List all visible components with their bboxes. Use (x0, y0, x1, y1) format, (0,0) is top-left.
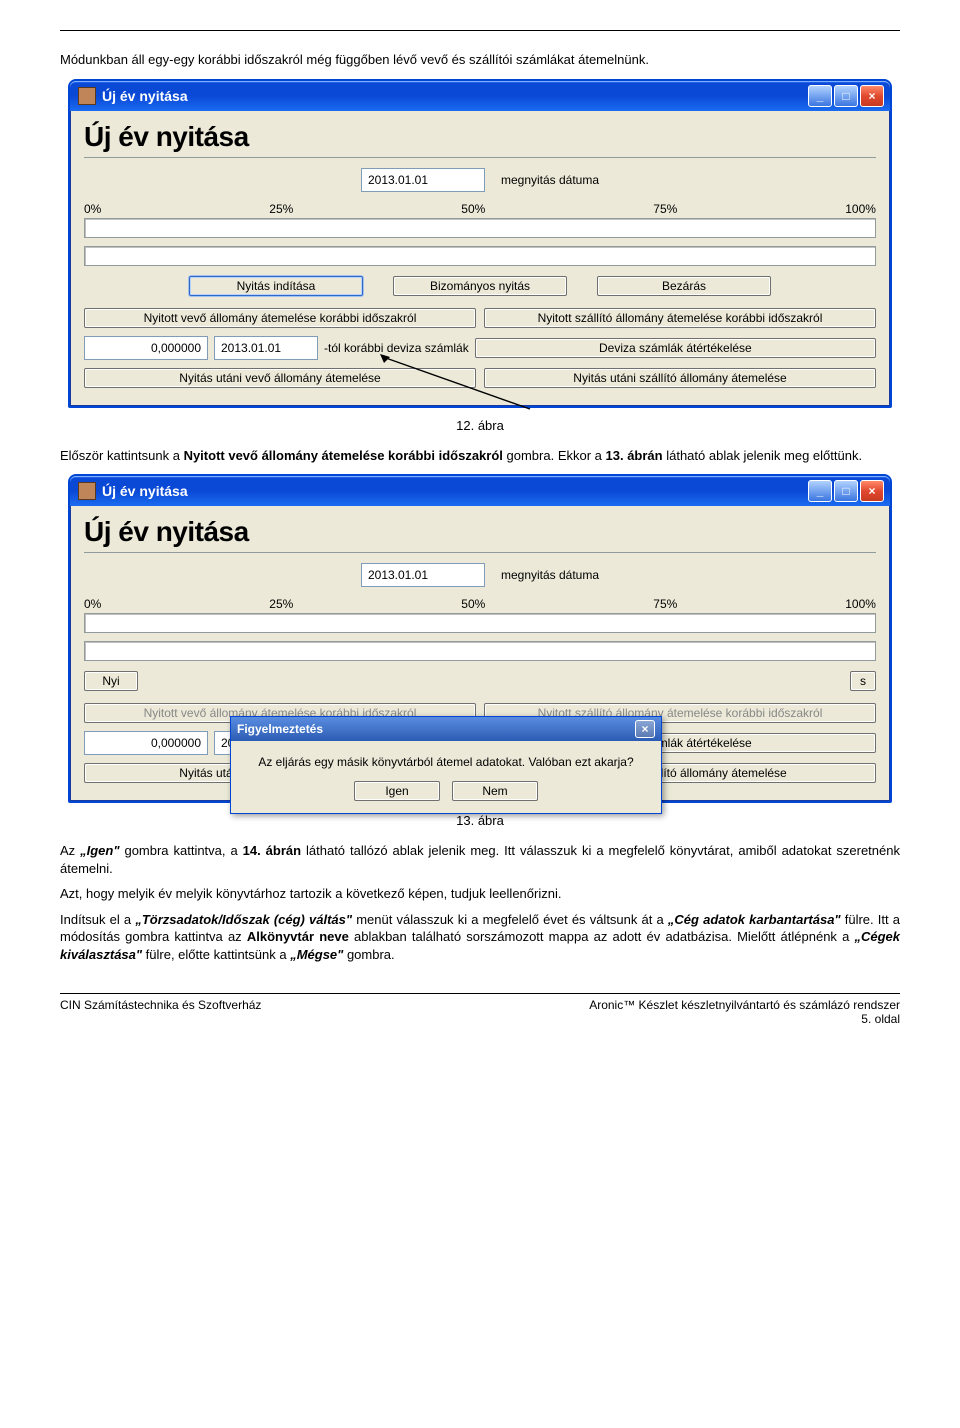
window-1: Új év nyitása _ □ × Új év nyitása 2013.0… (68, 79, 892, 408)
progress-bar-top (84, 613, 876, 633)
confirm-yes-button[interactable]: Igen (354, 781, 440, 801)
confirm-titlebar: Figyelmeztetés × (231, 717, 661, 741)
deviza-rate-field[interactable]: 0,000000 (84, 731, 208, 755)
paragraph-3: Az „Igen" gombra kattintva, a 14. ábrán … (60, 842, 900, 877)
intro-paragraph: Módunkban áll egy-egy korábbi időszakról… (60, 51, 900, 69)
close-dialog-button[interactable]: Bezárás (597, 276, 771, 296)
close-button[interactable]: × (860, 480, 884, 502)
confirm-close-button[interactable]: × (635, 720, 655, 738)
paragraph-5: Indítsuk el a „Törzsadatok/Időszak (cég)… (60, 911, 900, 964)
top-rule (60, 30, 900, 31)
pct-0: 0% (84, 597, 101, 611)
figure-12-caption: 12. ábra (60, 418, 900, 433)
heading: Új év nyitása (84, 121, 876, 153)
footer-right-2: 5. oldal (589, 1012, 900, 1026)
start-open-button[interactable]: Nyitás indítása (189, 276, 363, 296)
close-dialog-button-clipped[interactable]: s (850, 671, 876, 691)
pct-50: 50% (461, 202, 485, 216)
window-title: Új év nyitása (102, 88, 188, 104)
footer-left: CIN Számítástechnika és Szoftverház (60, 998, 261, 1026)
deviza-label: -tól korábbi deviza számlák (324, 341, 469, 355)
pct-75: 75% (653, 597, 677, 611)
open-date-field[interactable]: 2013.01.01 (361, 563, 485, 587)
pct-0: 0% (84, 202, 101, 216)
deviza-rate-field[interactable]: 0,000000 (84, 336, 208, 360)
heading: Új év nyitása (84, 516, 876, 548)
maximize-button[interactable]: □ (834, 480, 858, 502)
progress-bar-bottom (84, 641, 876, 661)
titlebar-2: Új év nyitása _ □ × (70, 476, 890, 506)
window-title: Új év nyitása (102, 483, 188, 499)
pct-25: 25% (269, 202, 293, 216)
consignment-open-button[interactable]: Bizományos nyitás (393, 276, 567, 296)
open-supplier-prev-button[interactable]: Nyitott szállító állomány átemelése korá… (484, 308, 876, 328)
window-2: Új év nyitása _ □ × Új év nyitása 2013.0… (68, 474, 892, 803)
minimize-button[interactable]: _ (808, 85, 832, 107)
client-area: Új év nyitása 2013.01.01 megnyitás dátum… (70, 111, 890, 406)
deviza-revalue-button[interactable]: Deviza számlák átértékelése (475, 338, 876, 358)
pct-75: 75% (653, 202, 677, 216)
progress-bar-top (84, 218, 876, 238)
deviza-date-field[interactable]: 2013.01.01 (214, 336, 318, 360)
confirm-message: Az eljárás egy másik könyvtárból átemel … (243, 755, 649, 769)
titlebar: Új év nyitása _ □ × (70, 81, 890, 111)
figure-13-caption: 13. ábra (60, 813, 900, 828)
pct-50: 50% (461, 597, 485, 611)
pct-100: 100% (845, 202, 876, 216)
progress-bar-bottom (84, 246, 876, 266)
close-button[interactable]: × (860, 85, 884, 107)
percent-scale: 0% 25% 50% 75% 100% (84, 202, 876, 216)
open-date-label: megnyitás dátuma (501, 173, 599, 187)
confirm-title-text: Figyelmeztetés (237, 722, 323, 736)
confirm-no-button[interactable]: Nem (452, 781, 538, 801)
client-area-2: Új év nyitása 2013.01.01 megnyitás dátum… (70, 506, 890, 801)
minimize-button[interactable]: _ (808, 480, 832, 502)
percent-scale: 0% 25% 50% 75% 100% (84, 597, 876, 611)
start-open-button-clipped[interactable]: Nyi (84, 671, 138, 691)
open-customer-prev-button[interactable]: Nyitott vevő állomány átemelése korábbi … (84, 308, 476, 328)
pct-25: 25% (269, 597, 293, 611)
post-open-customer-button[interactable]: Nyitás utáni vevő állomány átemelése (84, 368, 476, 388)
page-footer: CIN Számítástechnika és Szoftverház Aron… (60, 993, 900, 1026)
post-open-supplier-button[interactable]: Nyitás utáni szállító állomány átemelése (484, 368, 876, 388)
footer-right-1: Aronic™ Készlet készletnyilvántartó és s… (589, 998, 900, 1012)
app-icon (78, 482, 96, 500)
open-date-label: megnyitás dátuma (501, 568, 599, 582)
paragraph-4: Azt, hogy melyik év melyik könyvtárhoz t… (60, 885, 900, 903)
confirm-dialog: Figyelmeztetés × Az eljárás egy másik kö… (230, 716, 662, 814)
open-date-field[interactable]: 2013.01.01 (361, 168, 485, 192)
pct-100: 100% (845, 597, 876, 611)
app-icon (78, 87, 96, 105)
paragraph-2: Először kattintsunk a Nyitott vevő állom… (60, 447, 900, 465)
maximize-button[interactable]: □ (834, 85, 858, 107)
